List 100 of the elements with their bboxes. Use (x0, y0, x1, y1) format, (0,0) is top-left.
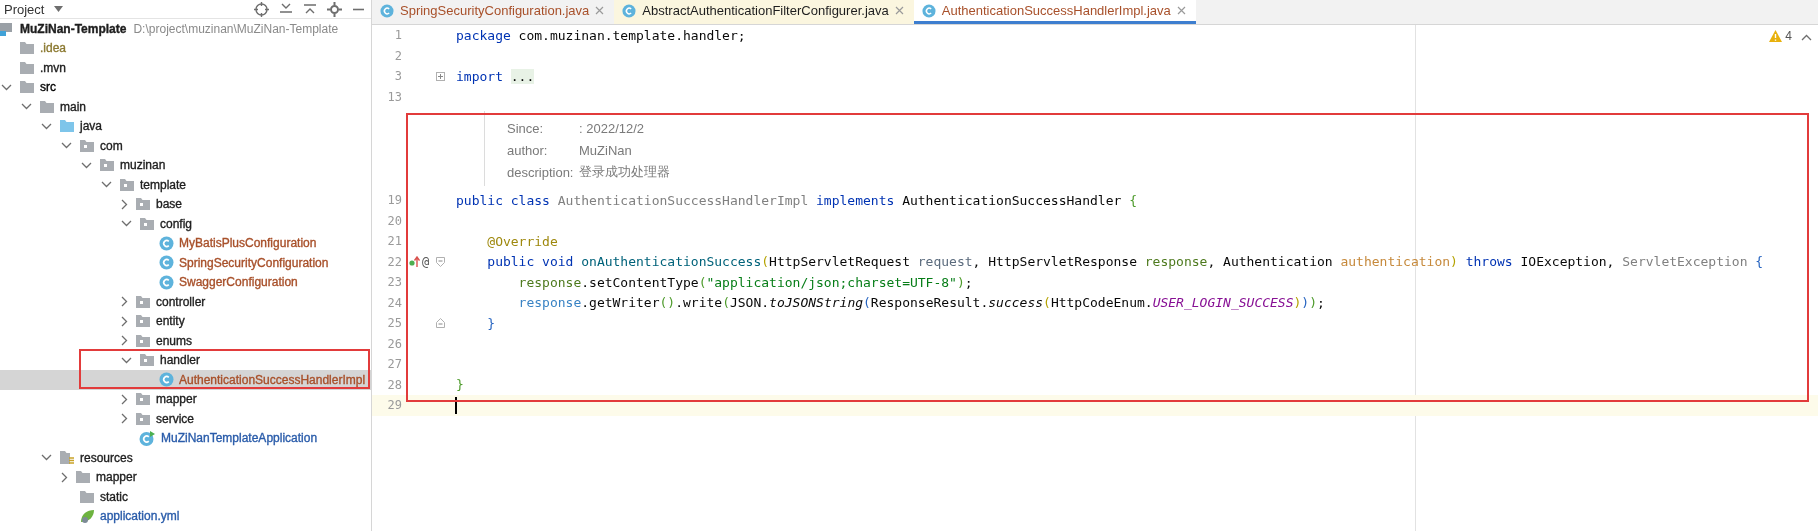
line-number: 25 (386, 316, 402, 331)
tree-item-label: MyBatisPlusConfiguration (179, 236, 317, 251)
module-icon (0, 20, 15, 37)
chevron-right-icon[interactable] (121, 393, 128, 405)
tree-item[interactable]: SpringSecurityConfiguration (0, 253, 371, 273)
tree-item[interactable]: muzinan (0, 155, 371, 175)
tree-item-label: MuZiNan-Template (20, 21, 127, 36)
chevron-right-icon[interactable] (61, 471, 68, 483)
settings-icon[interactable] (327, 1, 342, 17)
class-icon (921, 3, 936, 18)
tree-item[interactable]: mapper (0, 467, 371, 487)
chevron-down-icon[interactable] (61, 142, 72, 150)
package-folder-icon (135, 333, 151, 348)
tree-item-label: resources (80, 450, 133, 465)
tree-item[interactable]: SwaggerConfiguration (0, 272, 371, 292)
chevron-right-icon[interactable] (121, 413, 128, 425)
chevron-down-icon[interactable] (81, 161, 92, 169)
chevron-down-icon[interactable] (21, 103, 32, 111)
chevron-down-icon[interactable] (41, 454, 52, 462)
line-number: 23 (386, 275, 402, 290)
tree-item[interactable]: .idea (0, 38, 371, 58)
tree-item-label: muzinan (120, 158, 166, 173)
class-icon (159, 372, 174, 388)
tree-item-label: enums (156, 333, 193, 348)
chevron-right-icon[interactable] (121, 296, 128, 308)
code-line: import ... (455, 68, 535, 84)
tree-item[interactable]: service (0, 409, 371, 429)
tree-item[interactable]: main (0, 97, 371, 117)
chevron-right-icon[interactable] (121, 335, 128, 347)
editor-tab[interactable]: SpringSecurityConfiguration.java (372, 0, 615, 24)
editor-tab[interactable]: AbstractAuthenticationFilterConfigurer.java (614, 0, 914, 24)
package-folder-icon (135, 294, 151, 309)
tree-item[interactable]: MuZiNanTemplateApplication (0, 428, 371, 448)
application-class-icon (139, 429, 156, 447)
package-folder-icon (79, 138, 95, 153)
line-number: 19 (386, 193, 402, 208)
folder-icon (75, 470, 91, 485)
code-line: response.setContentType("application/json;charset=UTF-8"); (517, 274, 973, 290)
tree-item[interactable]: controller (0, 292, 371, 312)
collapse-icon[interactable] (279, 2, 293, 16)
line-number: 20 (386, 213, 402, 228)
tree-item-label: mapper (156, 392, 197, 407)
tree-item-label: base (156, 197, 183, 212)
chevron-right-icon[interactable] (121, 315, 128, 327)
doc-value: 登录成功处理器 (579, 163, 670, 181)
chevron-up-icon[interactable] (1801, 34, 1812, 41)
editor-tab[interactable]: AuthenticationSuccessHandlerImpl.java (913, 0, 1196, 24)
tree-item[interactable]: application.yml (0, 506, 371, 526)
chevron-down-icon[interactable] (101, 181, 112, 189)
chevron-right-icon[interactable] (121, 198, 128, 210)
resources-folder-icon (59, 450, 75, 466)
chevron-down-icon[interactable] (41, 122, 52, 130)
tree-item[interactable]: .mvn (0, 58, 371, 78)
expand-fold-icon[interactable] (436, 71, 445, 81)
code-line: public class AuthenticationSuccessHandlerImpl implements AuthenticationSuccessHandler { (455, 192, 1137, 208)
tree-item[interactable]: MyBatisPlusConfiguration (0, 233, 371, 253)
implements-method-icon[interactable] (408, 255, 420, 268)
folder-icon (19, 80, 35, 95)
code-line: response.getWriter().write(JSON.toJSONString(ResponseResult.success(HttpCodeEnum.USER_LOGIN_SUCCESS))); (517, 295, 1325, 311)
tree-item[interactable]: template (0, 175, 371, 195)
tree-item[interactable]: handler (0, 350, 371, 370)
class-icon (159, 235, 174, 251)
tree-item[interactable]: resources (0, 448, 371, 468)
tree-item[interactable]: entity (0, 311, 371, 331)
tree-item-label: SpringSecurityConfiguration (179, 255, 329, 270)
tree-item-label: src (40, 80, 56, 95)
code-line: @Override (486, 233, 558, 249)
tree-item[interactable]: static (0, 487, 371, 507)
tree-item-label: controller (156, 294, 206, 309)
chevron-down-icon[interactable] (121, 220, 132, 228)
crosshair-icon[interactable] (254, 1, 269, 17)
tree-item-label: com (100, 138, 123, 153)
close-icon[interactable] (894, 6, 904, 15)
doc-value: MuZiNan (579, 142, 632, 158)
line-number: 29 (386, 398, 402, 413)
tree-item-label: main (60, 99, 86, 114)
dropdown-caret-icon[interactable] (54, 6, 64, 12)
tree-item[interactable]: MuZiNan-Template D:\project\muzinan\MuZiNan-Template (0, 19, 371, 39)
tree-item-label: template (140, 177, 187, 192)
panel-title[interactable]: Project (4, 1, 45, 17)
tree-item-label: java (80, 119, 102, 134)
warnings-indicator[interactable]: 4 (1769, 29, 1792, 43)
tree-item[interactable]: base (0, 194, 371, 214)
tree-item[interactable]: config (0, 214, 371, 234)
line-number: 1 (393, 28, 402, 43)
doc-label: Since: (507, 120, 545, 136)
code-line: package com.muzinan.template.handler; (455, 27, 746, 43)
tree-item[interactable]: enums (0, 331, 371, 351)
tree-item[interactable]: java (0, 116, 371, 136)
text-caret (455, 397, 457, 414)
tree-item[interactable]: src (0, 77, 371, 97)
chevron-down-icon[interactable] (121, 356, 132, 364)
expand-icon[interactable] (303, 2, 317, 16)
tree-item[interactable]: com (0, 136, 371, 156)
tree-item[interactable]: mapper (0, 389, 371, 409)
annotation-marker[interactable]: @ (421, 254, 430, 269)
chevron-down-icon[interactable] (1, 83, 12, 91)
tree-item[interactable]: AuthenticationSuccessHandlerImpl (0, 370, 371, 390)
close-icon[interactable] (1176, 6, 1186, 15)
doc-value: : 2022/12/2 (579, 120, 645, 136)
